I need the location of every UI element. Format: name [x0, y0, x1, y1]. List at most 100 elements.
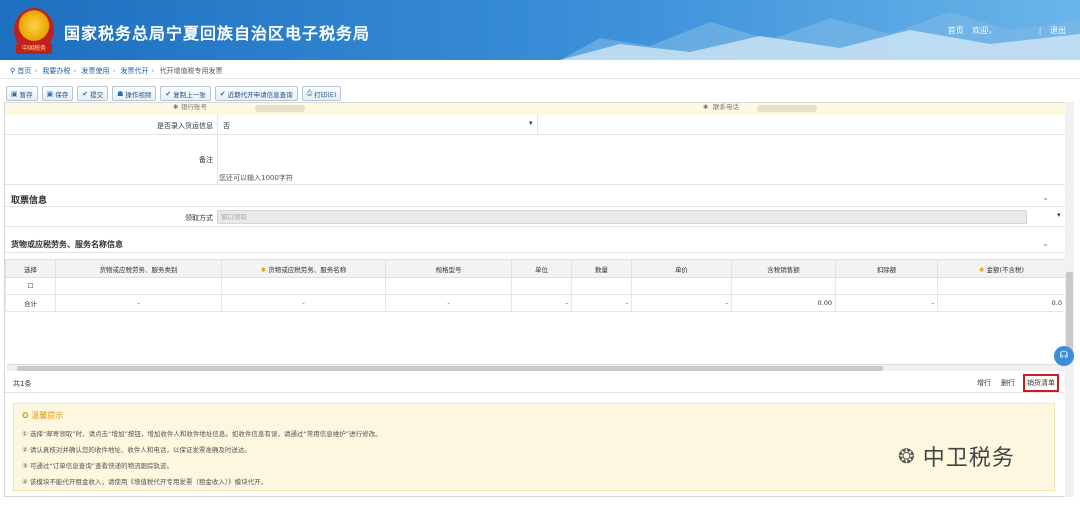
name-cell[interactable]: [221, 277, 386, 295]
toolbar: ▣ 暂存 ▣ 保存 ✔ 提交 ☗ 操作视频 ✔ 复制上一张 ✔ 近期代开申请信息查询 ⎙ 打印…: [0, 86, 1080, 102]
floppy-icon: ▣: [11, 89, 18, 98]
chat-headset-icon[interactable]: ☊: [1054, 346, 1074, 366]
temp-save-button[interactable]: ▣ 暂存: [6, 86, 38, 101]
recent-query-button[interactable]: ✔ 近期代开申请信息查询: [214, 86, 298, 101]
col-name: ✱ 货物或应税劳务、服务名称: [221, 259, 386, 278]
submit-button[interactable]: ✔ 提交: [77, 86, 109, 101]
welcome-text: 欢迎，: [972, 26, 997, 35]
breadcrumb-invoice-use[interactable]: 发票使用: [81, 67, 109, 75]
remarks-hint: 您还可以输入1000字符: [219, 174, 293, 182]
delete-row-button[interactable]: 删行: [999, 376, 1017, 390]
lightbulb-icon: ✪: [22, 411, 32, 420]
unit-cell[interactable]: [511, 277, 572, 295]
horizontal-scrollbar[interactable]: [7, 364, 1065, 371]
goods-table: 选择 货物或应税劳务、服务类别 ✱ 货物或应税劳务、服务名称 规格型号 单位 数…: [5, 259, 1066, 312]
col-category: 货物或应税劳务、服务类别: [55, 259, 222, 278]
tip-line-4: ④ 该模块不能代开租金收入，请使用《增值税代开专用发票（租金收入）》模块代开。: [22, 478, 268, 486]
record-count: 共1条: [13, 380, 32, 388]
total-sales-value: 0.00: [731, 294, 836, 312]
shipping-label: 是否录入货运信息: [157, 122, 213, 130]
logout-link[interactable]: 退出: [1050, 26, 1066, 35]
location-pin-icon: ⚲: [10, 67, 16, 75]
table-row: ☐: [5, 277, 1066, 295]
remarks-textarea[interactable]: [219, 137, 1065, 171]
shipping-row: 是否录入货运信息 否 ▾: [5, 115, 1065, 135]
shipping-select[interactable]: 否: [223, 121, 230, 131]
table-header-row: 选择 货物或应税劳务、服务类别 ✱ 货物或应税劳务、服务名称 规格型号 单位 数…: [5, 259, 1066, 278]
tutorial-video-button[interactable]: ☗ 操作视频: [112, 86, 157, 101]
tips-title: ✪ 温馨提示: [22, 411, 64, 420]
pickup-method-select[interactable]: 窗口领取: [217, 210, 1027, 224]
bank-contact-row: ✱ 银行账号 ✱ 联系电话: [5, 103, 1065, 115]
contact-phone-label: 联系电话: [713, 103, 739, 111]
col-select: 选择: [5, 259, 56, 278]
deduction-cell[interactable]: [835, 277, 938, 295]
col-price: 单价: [631, 259, 732, 278]
collapse-chevron-icon[interactable]: ⌄: [1042, 239, 1049, 248]
breadcrumb-home[interactable]: 首页: [17, 67, 31, 75]
remarks-row: 备注 您还可以输入1000字符: [5, 135, 1065, 185]
check-circle-icon: ✔: [165, 89, 172, 98]
price-cell[interactable]: [631, 277, 732, 295]
floppy-icon: ▣: [46, 89, 54, 98]
printer-icon: ⎙: [306, 89, 313, 97]
category-cell[interactable]: [55, 277, 222, 295]
tip-line-3: ③ 可通过“订单信息查询”查看快递的物流跟踪轨迹。: [22, 462, 174, 470]
sales-cell[interactable]: [731, 277, 836, 295]
collapse-chevron-icon[interactable]: ⌄: [1042, 193, 1049, 202]
vertical-scrollbar[interactable]: [1065, 102, 1074, 497]
col-qty: 数量: [571, 259, 632, 278]
bank-account-field[interactable]: [255, 105, 305, 112]
pickup-method-label: 领取方式: [185, 214, 213, 222]
watermark-text: 中卫税务: [922, 446, 1015, 471]
check-circle-icon: ✔: [82, 89, 89, 98]
watermark: ❂ 中卫税务: [898, 440, 1015, 472]
amount-cell[interactable]: [937, 277, 1066, 295]
print-button[interactable]: ⎙ 打印(E): [301, 86, 342, 101]
sales-list-button[interactable]: 销货清单: [1023, 374, 1059, 392]
col-tax-incl-sales: 含税销售额: [731, 259, 836, 278]
copy-previous-button[interactable]: ✔ 复制上一张: [160, 86, 211, 101]
tip-line-1: ① 选择“邮寄领取”时，请点击“增加”按钮，增加收件人和收件地址信息。如收件信息…: [22, 430, 382, 438]
col-amount: ✱ 金额(不含税): [937, 259, 1066, 278]
tip-line-2: ② 请认真核对并确认您的收件地址、收件人和电话，以保证发票准确及时送达。: [22, 446, 251, 454]
main-frame: ✱ 银行账号 ✱ 联系电话 是否录入货运信息 否 ▾ 备注 您还可以输入1000…: [4, 102, 1074, 497]
chevron-down-icon[interactable]: ▾: [529, 119, 533, 127]
total-row: 合计 - - - - - - 0.00 - 0.0: [5, 294, 1066, 312]
breadcrumb: ⚲ 首页 › 我要办税 › 发票使用 › 发票代开 › 代开增值税专用发票: [0, 63, 1080, 79]
pickup-section-header: 取票信息 ⌄: [5, 189, 1065, 207]
breadcrumb-current: 代开增值税专用发票: [159, 67, 223, 75]
qty-cell[interactable]: [571, 277, 632, 295]
breadcrumb-invoice-issue[interactable]: 发票代开: [121, 67, 149, 75]
goods-section-title: 货物或应税劳务、服务名称信息: [11, 240, 123, 249]
goods-section-header: 货物或应税劳务、服务名称信息 ⌄: [5, 235, 1065, 253]
site-title: 国家税务总局宁夏回族自治区电子税务局: [64, 24, 371, 43]
chevron-down-icon[interactable]: ▾: [1057, 211, 1061, 219]
header-divider: |: [1038, 26, 1042, 35]
emblem-label: 中国税务: [16, 44, 52, 54]
col-spec: 规格型号: [385, 259, 512, 278]
site-header: 中国税务 国家税务总局宁夏回族自治区电子税务局 首页 欢迎， | 退出: [0, 0, 1080, 60]
wechat-icon: ❂: [898, 444, 915, 468]
check-circle-icon: ✔: [219, 89, 226, 98]
col-deduction: 扣除额: [835, 259, 938, 278]
total-amount-value: 0.0: [937, 294, 1066, 312]
users-icon: ☗: [117, 89, 124, 98]
add-row-button[interactable]: 增行: [975, 376, 993, 390]
pickup-section-title: 取票信息: [11, 196, 48, 206]
scrollbar-thumb[interactable]: [1066, 272, 1073, 352]
save-button[interactable]: ▣ 保存: [41, 86, 74, 101]
total-label: 合计: [5, 294, 56, 312]
home-link[interactable]: 首页: [948, 26, 964, 35]
table-actions: 增行 删行 销货清单: [975, 374, 1059, 392]
row-checkbox[interactable]: ☐: [5, 277, 56, 295]
remarks-label: 备注: [199, 156, 213, 164]
table-footer: 共1条 增行 删行 销货清单: [5, 371, 1065, 393]
pickup-method-row: 领取方式 窗口领取 ▾: [5, 207, 1065, 227]
col-unit: 单位: [511, 259, 572, 278]
breadcrumb-tax[interactable]: 我要办税: [42, 67, 70, 75]
bank-account-label: 银行账号: [181, 103, 207, 111]
header-links: 首页 欢迎， | 退出: [942, 25, 1066, 36]
contact-phone-field[interactable]: [757, 105, 817, 112]
spec-cell[interactable]: [385, 277, 512, 295]
